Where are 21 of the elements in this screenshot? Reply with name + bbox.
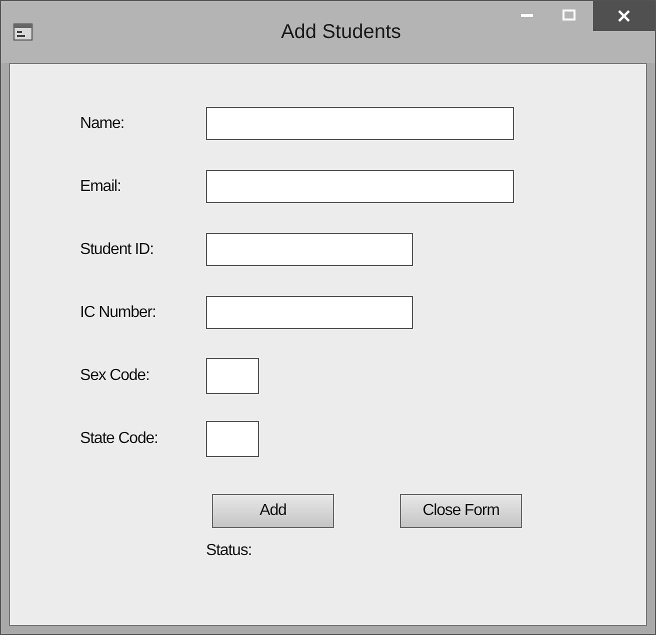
field-label: Email: (80, 178, 122, 196)
close-button[interactable] (593, 1, 655, 31)
minimize-icon (520, 12, 534, 18)
form-icon (13, 22, 33, 42)
add-button[interactable]: Add (212, 494, 334, 528)
window-title: Add Students (280, 21, 402, 44)
input-field[interactable] (206, 420, 259, 456)
input-field[interactable] (206, 358, 259, 394)
input-field[interactable] (206, 296, 413, 329)
close-form-button[interactable]: Close Form (400, 494, 522, 528)
close-icon (617, 9, 631, 23)
input-field[interactable] (206, 107, 514, 140)
status-label: Status: (206, 542, 252, 559)
field-label: Sex Code: (80, 366, 150, 384)
field-label: State Code: (80, 430, 159, 448)
field-label: IC Number: (80, 304, 157, 322)
maximize-icon (562, 9, 576, 21)
field-label: Name: (80, 114, 126, 132)
input-field[interactable] (206, 170, 514, 203)
field-label: Student ID: (80, 240, 154, 258)
input-field[interactable] (206, 233, 413, 266)
